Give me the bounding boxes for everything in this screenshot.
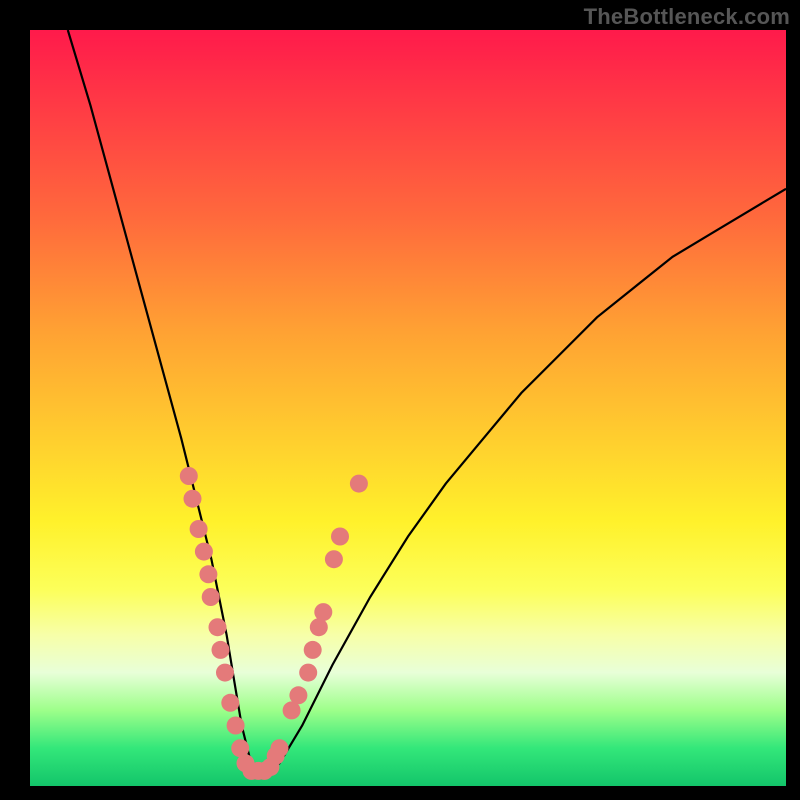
- attribution-text: TheBottleneck.com: [584, 4, 790, 30]
- data-point: [212, 641, 230, 659]
- data-point: [227, 717, 245, 735]
- chart-frame: TheBottleneck.com: [0, 0, 800, 800]
- data-points: [180, 467, 368, 780]
- data-point: [180, 467, 198, 485]
- chart-overlay: [30, 30, 786, 786]
- data-point: [299, 664, 317, 682]
- data-point: [216, 664, 234, 682]
- data-point: [304, 641, 322, 659]
- bottleneck-curve: [68, 30, 786, 771]
- data-point: [209, 618, 227, 636]
- data-point: [202, 588, 220, 606]
- data-point: [271, 739, 289, 757]
- plot-area: [30, 30, 786, 786]
- data-point: [195, 543, 213, 561]
- data-point: [199, 565, 217, 583]
- data-point: [325, 550, 343, 568]
- data-point: [314, 603, 332, 621]
- data-point: [221, 694, 239, 712]
- data-point: [289, 686, 307, 704]
- data-point: [350, 475, 368, 493]
- data-point: [331, 528, 349, 546]
- data-point: [190, 520, 208, 538]
- data-point: [184, 490, 202, 508]
